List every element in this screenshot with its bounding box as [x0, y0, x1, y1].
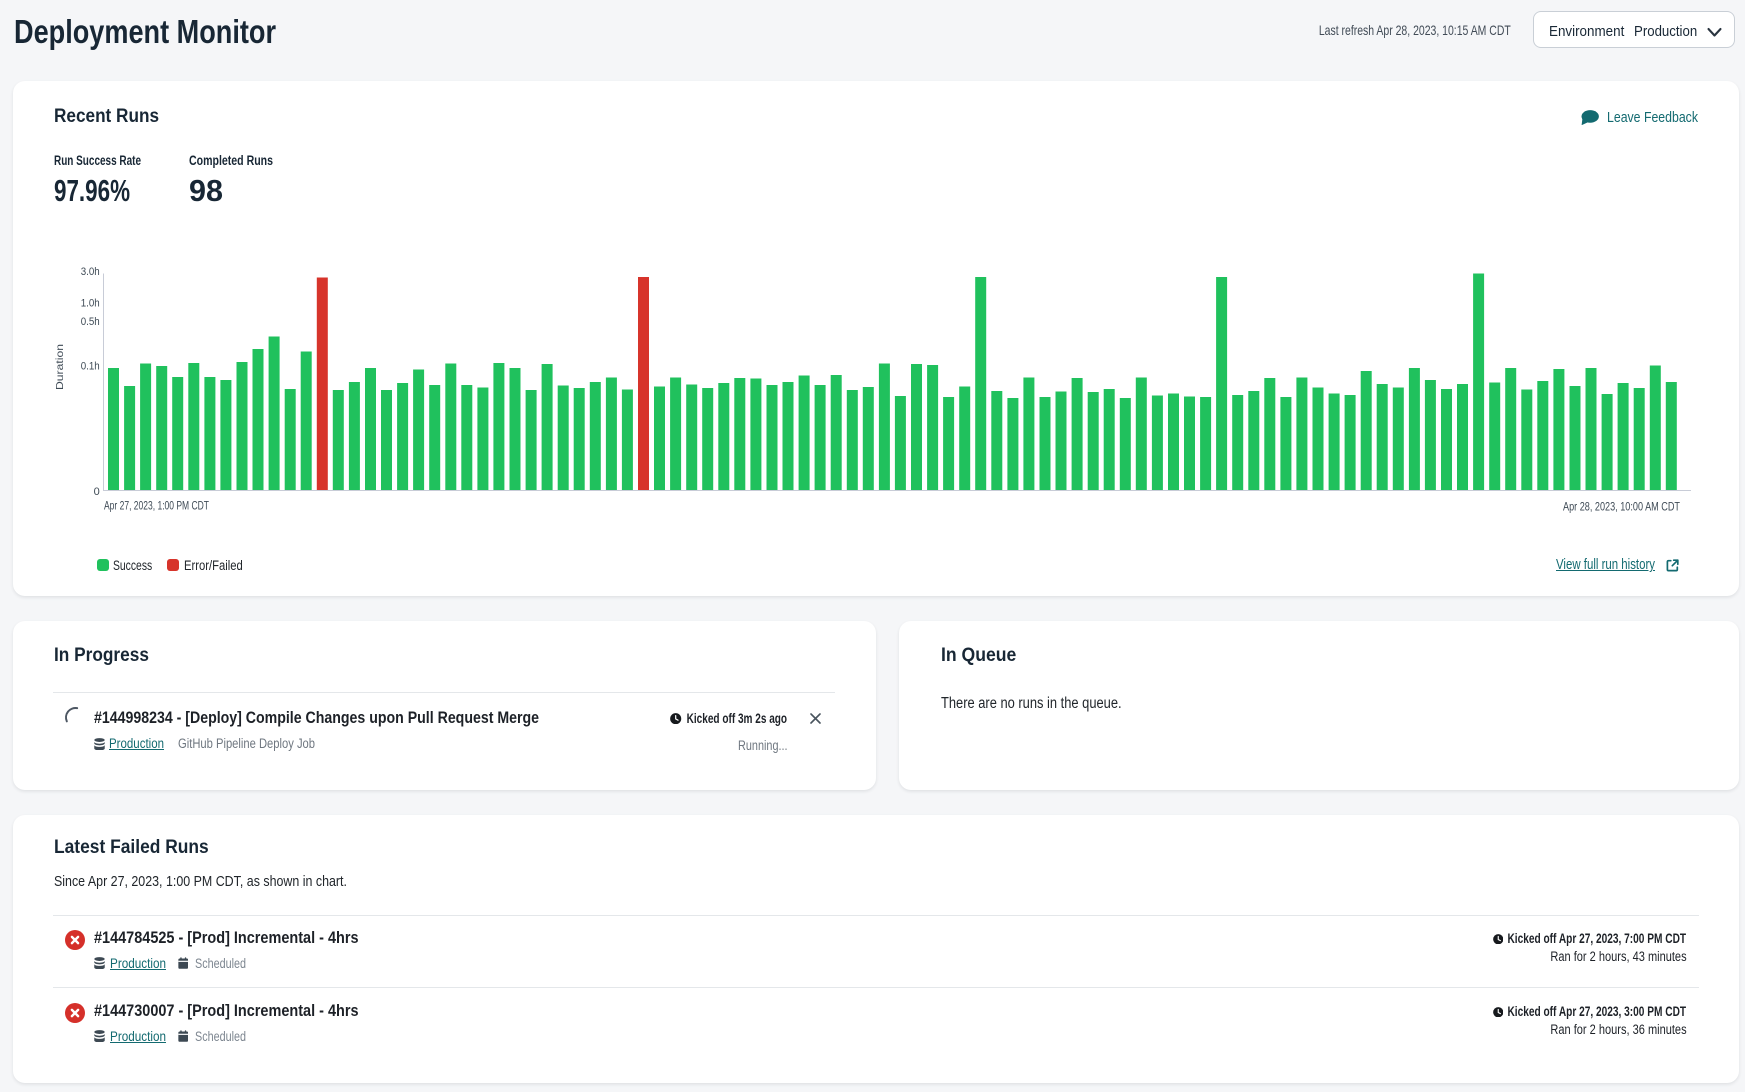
svg-text:Apr 28, 2023, 10:00 AM CDT: Apr 28, 2023, 10:00 AM CDT: [1563, 500, 1681, 514]
svg-text:0: 0: [94, 486, 100, 498]
svg-text:0.5h: 0.5h: [81, 316, 100, 328]
svg-text:1.0h: 1.0h: [81, 297, 100, 309]
svg-text:Apr 27, 2023, 1:00 PM CDT: Apr 27, 2023, 1:00 PM CDT: [104, 499, 209, 513]
svg-text:Duration: Duration: [54, 344, 66, 390]
svg-text:3.0h: 3.0h: [81, 266, 100, 278]
svg-text:0.1h: 0.1h: [81, 360, 100, 372]
